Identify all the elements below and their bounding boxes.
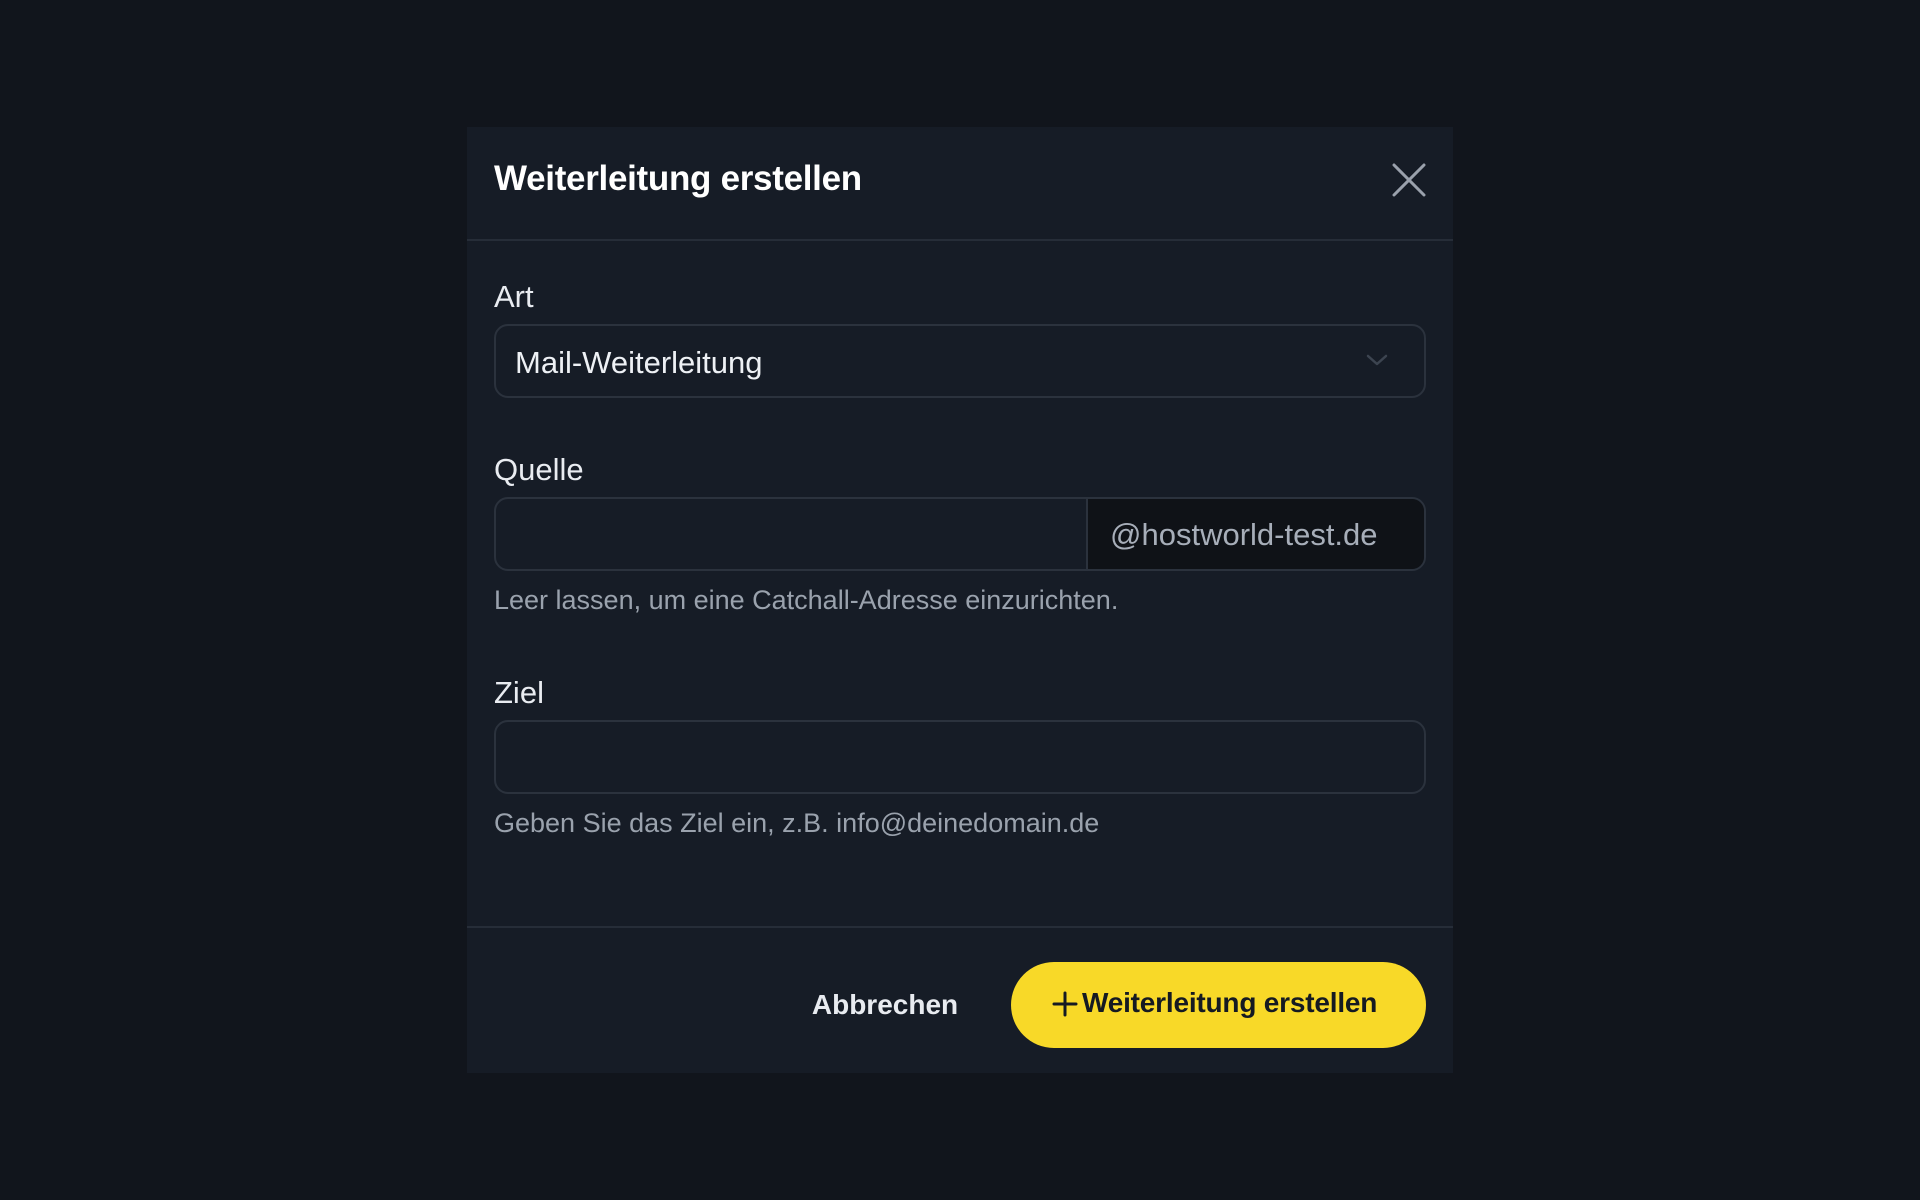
dialog-header: Weiterleitung erstellen bbox=[467, 127, 1453, 241]
type-select[interactable]: Mail-Weiterleitung bbox=[494, 324, 1426, 398]
target-label: Ziel bbox=[494, 675, 544, 710]
type-select-value: Mail-Weiterleitung bbox=[515, 345, 763, 380]
source-input[interactable] bbox=[496, 499, 1086, 569]
cancel-button[interactable]: Abbrechen bbox=[785, 962, 985, 1046]
close-button[interactable] bbox=[1389, 160, 1429, 200]
target-input[interactable] bbox=[494, 720, 1426, 794]
type-label: Art bbox=[494, 279, 534, 314]
dialog-footer: Abbrechen Weiterleitung erstellen bbox=[467, 926, 1453, 1073]
source-helper-text: Leer lassen, um eine Catchall-Adresse ei… bbox=[494, 585, 1119, 615]
close-icon bbox=[1392, 163, 1426, 197]
plus-icon bbox=[1052, 991, 1078, 1017]
chevron-down-icon bbox=[1366, 354, 1388, 366]
target-helper-text: Geben Sie das Ziel ein, z.B. info@deined… bbox=[494, 808, 1100, 838]
dialog-title: Weiterleitung erstellen bbox=[494, 159, 862, 198]
create-forwarding-label: Weiterleitung erstellen bbox=[1082, 987, 1378, 1018]
create-forwarding-button[interactable]: Weiterleitung erstellen bbox=[1011, 962, 1426, 1048]
domain-suffix: @hostworld-test.de bbox=[1110, 517, 1378, 552]
domain-suffix-addon: @hostworld-test.de bbox=[1086, 499, 1424, 569]
create-forwarding-dialog: Weiterleitung erstellen Art Mail-Weiterl… bbox=[467, 127, 1453, 1073]
source-label: Quelle bbox=[494, 452, 584, 487]
source-input-group: @hostworld-test.de bbox=[494, 497, 1426, 571]
